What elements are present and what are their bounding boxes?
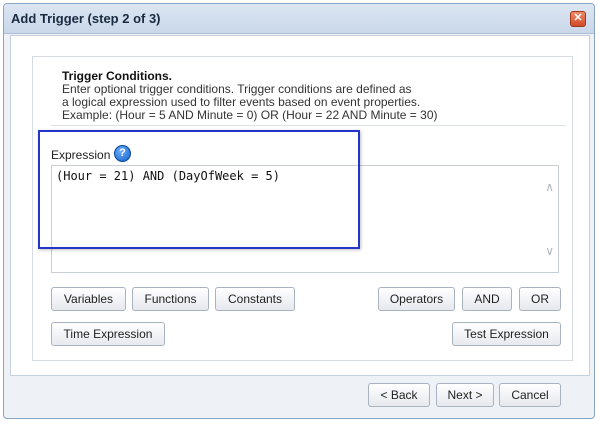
close-icon[interactable]: ✕ bbox=[570, 11, 586, 27]
or-button[interactable]: OR bbox=[519, 287, 561, 311]
functions-button[interactable]: Functions bbox=[132, 287, 209, 311]
back-button[interactable]: < Back bbox=[368, 383, 430, 407]
test-expression-button[interactable]: Test Expression bbox=[452, 322, 561, 346]
add-trigger-dialog: Add Trigger (step 2 of 3) ✕ Trigger Cond… bbox=[3, 3, 595, 419]
chevron-down-icon[interactable]: ∨ bbox=[545, 244, 554, 258]
dialog-title: Add Trigger (step 2 of 3) bbox=[11, 11, 161, 26]
instructions: Trigger Conditions. Enter optional trigg… bbox=[62, 70, 562, 122]
constants-button[interactable]: Constants bbox=[215, 287, 295, 311]
expression-label: Expression bbox=[51, 148, 111, 162]
expression-value[interactable]: (Hour = 21) AND (DayOfWeek = 5) bbox=[56, 169, 280, 183]
next-button[interactable]: Next > bbox=[436, 383, 494, 407]
chevron-up-icon[interactable]: ∧ bbox=[545, 180, 554, 194]
divider bbox=[51, 125, 566, 126]
instructions-example: Example: (Hour = 5 AND Minute = 0) OR (H… bbox=[62, 108, 438, 122]
dialog-footer: < Back Next > Cancel bbox=[4, 376, 594, 418]
operators-button[interactable]: Operators bbox=[378, 287, 455, 311]
help-icon[interactable]: ? bbox=[114, 145, 131, 162]
dialog-body: Trigger Conditions. Enter optional trigg… bbox=[10, 35, 590, 376]
cancel-button[interactable]: Cancel bbox=[499, 383, 561, 407]
and-button[interactable]: AND bbox=[462, 287, 512, 311]
variables-button[interactable]: Variables bbox=[51, 287, 126, 311]
time-expression-button[interactable]: Time Expression bbox=[51, 322, 165, 346]
conditions-panel: Trigger Conditions. Enter optional trigg… bbox=[32, 56, 573, 361]
expression-input[interactable]: (Hour = 21) AND (DayOfWeek = 5) ∧ ∨ bbox=[51, 165, 559, 273]
dialog-titlebar[interactable]: Add Trigger (step 2 of 3) ✕ bbox=[4, 4, 594, 34]
